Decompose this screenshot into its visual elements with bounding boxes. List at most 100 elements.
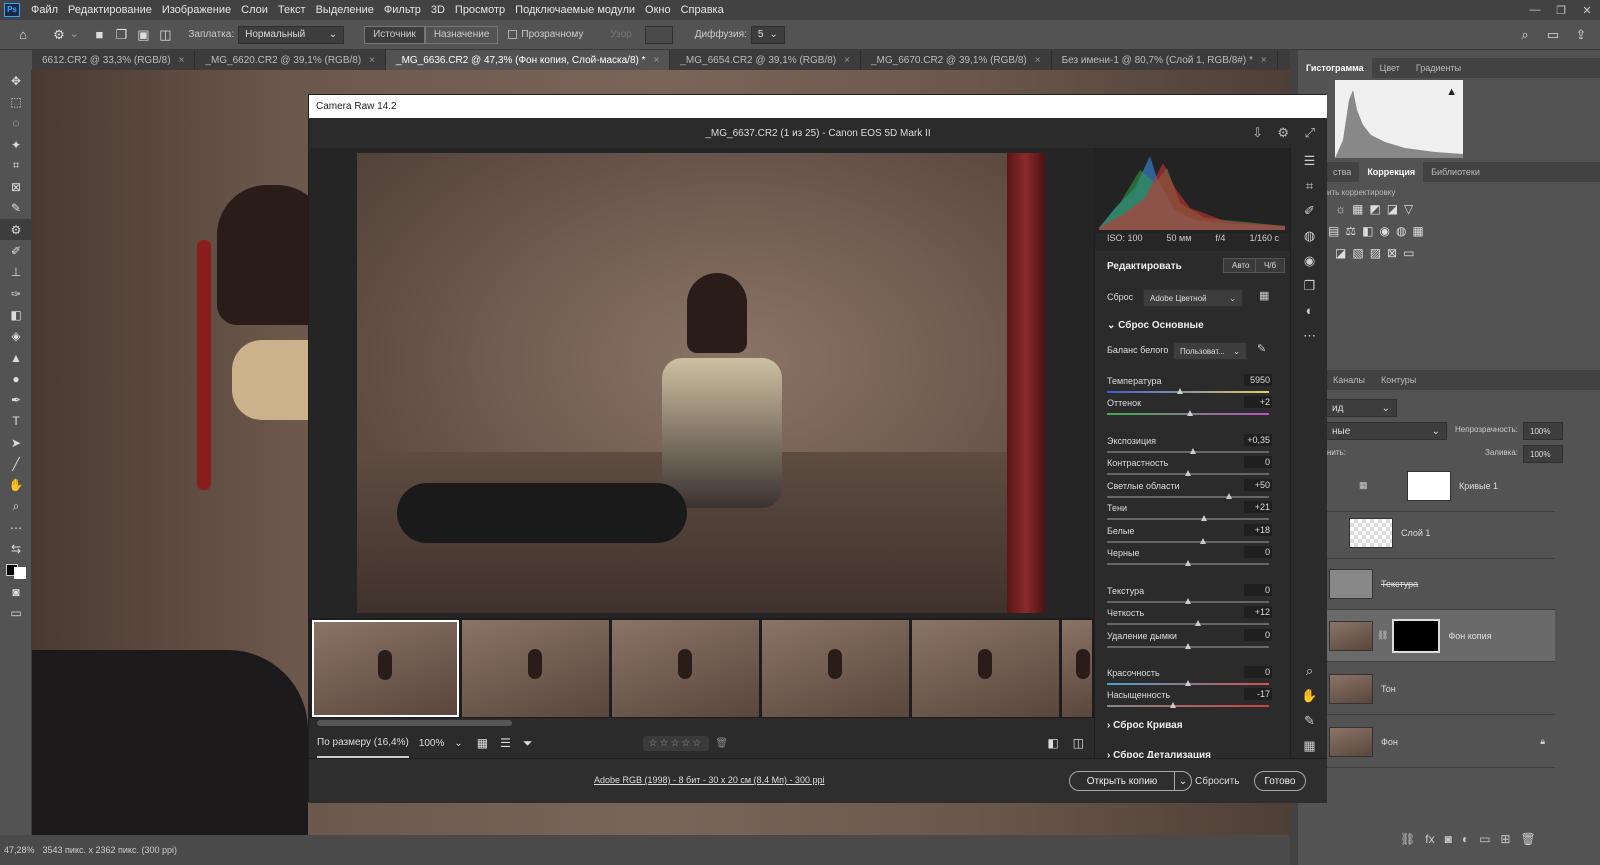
gear-icon[interactable]: ⚙	[1277, 125, 1289, 141]
sampler-icon[interactable]: ✎	[1291, 708, 1328, 733]
doc-tab[interactable]: _MG_6654.CR2 @ 39,1% (RGB/8) ×	[670, 50, 861, 70]
patch-tool-icon[interactable]: ⚙	[48, 24, 70, 46]
gradient-icon[interactable]: ▭	[1403, 246, 1414, 260]
slider-value[interactable]: 0	[1244, 629, 1272, 641]
menu-edit[interactable]: Редактирование	[63, 4, 157, 16]
menu-image[interactable]: Изображение	[157, 4, 236, 16]
open-options-button[interactable]: ⌄	[1174, 771, 1192, 791]
zoom-icon[interactable]: ⌕	[1291, 658, 1328, 683]
new-group-icon[interactable]: ▭	[1479, 832, 1490, 846]
wb-select[interactable]: Пользоват... ⌄	[1173, 342, 1247, 360]
path-select-icon[interactable]: ➤	[0, 432, 32, 453]
chevron-down-icon[interactable]: ⌄	[70, 29, 78, 40]
slider-track[interactable]	[1107, 643, 1269, 649]
layer-row[interactable]: Слой 1	[1325, 507, 1555, 559]
layer-thumb[interactable]	[1329, 673, 1373, 704]
filmstrip-thumb[interactable]	[612, 620, 759, 717]
layer-filter-select[interactable]: ид ⌄	[1325, 399, 1397, 417]
presets-icon[interactable]: ◐	[1291, 298, 1328, 323]
save-image-icon[interactable]: ⇩	[1252, 125, 1263, 141]
menu-select[interactable]: Выделение	[311, 4, 379, 16]
color-swatches[interactable]	[0, 560, 32, 581]
slider-knob[interactable]	[1201, 515, 1208, 521]
blend-mode-select[interactable]: ные ⌄	[1325, 422, 1447, 440]
pattern-button[interactable]: Узор	[601, 25, 641, 44]
zoom-readout[interactable]: 47,28%	[4, 845, 35, 855]
add-mask-icon[interactable]: ◙	[1445, 832, 1452, 846]
new-selection-icon[interactable]: ■	[88, 24, 110, 46]
menu-view[interactable]: Просмотр	[450, 4, 510, 16]
basic-section-header[interactable]: ⌄ Сброс Основные	[1107, 320, 1272, 331]
slider-value[interactable]: +21	[1244, 501, 1272, 513]
close-icon[interactable]: ×	[844, 55, 850, 66]
sort-icon[interactable]: ☰	[500, 736, 511, 750]
layer-mask-thumb[interactable]	[1407, 470, 1451, 501]
stamp-tool-icon[interactable]: ⊥	[0, 262, 32, 283]
filmstrip-view-icon[interactable]: ▦	[477, 736, 488, 750]
warning-icon[interactable]: ▲	[1446, 86, 1457, 98]
layer-row[interactable]: Текстура	[1325, 558, 1555, 610]
close-button[interactable]: ✕	[1574, 4, 1600, 17]
slider-value[interactable]: 0	[1244, 456, 1272, 468]
brush-tool-icon[interactable]: ✐	[0, 240, 32, 261]
slider-value[interactable]: +50	[1244, 479, 1272, 491]
curve-section-header[interactable]: › Сброс Кривая	[1107, 720, 1272, 731]
workflow-options-link[interactable]: Adobe RGB (1998) - 8 бит - 30 x 20 см (8…	[594, 775, 824, 785]
bucket-tool-icon[interactable]: ◈	[0, 326, 32, 347]
menu-help[interactable]: Справка	[676, 4, 729, 16]
slider-track[interactable]	[1107, 702, 1269, 708]
line-tool-icon[interactable]: ╱	[0, 453, 32, 474]
layer-row[interactable]: ▦ Кривые 1	[1325, 460, 1555, 512]
mixer-icon[interactable]: ◍	[1396, 224, 1406, 238]
layer-row[interactable]: Фон 🔒︎	[1325, 716, 1555, 768]
preview-area[interactable]	[309, 148, 1094, 618]
menu-layers[interactable]: Слои	[236, 4, 273, 16]
document-info[interactable]: 3543 пикс. x 2362 пикс. (300 ppi)	[43, 845, 177, 855]
blur-tool-icon[interactable]: ▲	[0, 347, 32, 368]
exposure-icon[interactable]: ◪	[1387, 202, 1398, 216]
slider-track[interactable]	[1107, 620, 1269, 626]
doc-tab[interactable]: _MG_6670.CR2 @ 39,1% (RGB/8) ×	[861, 50, 1052, 70]
slider-track[interactable]	[1107, 560, 1269, 566]
zoom-100-button[interactable]: 100%	[419, 738, 445, 749]
home-icon[interactable]: ⌂	[12, 24, 34, 46]
doc-tab[interactable]: 6612.CR2 @ 33,3% (RGB/8) ×	[32, 50, 196, 70]
posterize-icon[interactable]: ▧	[1352, 246, 1363, 260]
crop-icon[interactable]: ⌗	[1291, 173, 1328, 198]
slider-value[interactable]: +18	[1244, 524, 1272, 536]
slider-track[interactable]	[1107, 538, 1269, 544]
zoom-fit-button[interactable]: По размеру (16,4%)	[317, 729, 409, 758]
pattern-swatch[interactable]	[644, 25, 673, 44]
bw-icon[interactable]: ◧	[1362, 224, 1373, 238]
history-brush-icon[interactable]: ✑	[0, 283, 32, 304]
close-icon[interactable]: ×	[369, 55, 375, 66]
eyedropper-icon[interactable]: ✎	[0, 198, 32, 219]
slider-track[interactable]	[1107, 493, 1269, 499]
patch-mode-select[interactable]: Нормальный ⌄	[238, 25, 345, 44]
menu-3d[interactable]: 3D	[426, 4, 450, 16]
slider-knob[interactable]	[1176, 388, 1183, 394]
dodge-tool-icon[interactable]: ●	[0, 368, 32, 389]
hand-tool-icon[interactable]: ✋	[0, 475, 32, 496]
open-copy-button[interactable]: Открыть копию	[1069, 771, 1175, 791]
layer-mask-thumb[interactable]	[1392, 618, 1441, 653]
delete-layer-icon[interactable]: 🗑︎	[1520, 832, 1535, 846]
close-icon[interactable]: ×	[179, 55, 185, 66]
tab-color[interactable]: Цвет	[1372, 58, 1408, 78]
workspace-icon[interactable]: ▭	[1542, 24, 1564, 46]
menu-plugins[interactable]: Подключаемые модули	[510, 4, 640, 16]
slider-track[interactable]	[1107, 410, 1269, 416]
type-tool-icon[interactable]: T	[0, 411, 32, 432]
opacity-input[interactable]: 100%	[1523, 422, 1563, 440]
hand-icon[interactable]: ✋	[1291, 683, 1328, 708]
slider-knob[interactable]	[1185, 560, 1191, 566]
magic-wand-icon[interactable]: ✦	[0, 134, 32, 155]
lock-icon[interactable]: 🔒︎	[1540, 736, 1545, 747]
slider-track[interactable]	[1107, 448, 1269, 454]
threshold-icon[interactable]: ▨	[1370, 246, 1381, 260]
layer-thumb[interactable]	[1329, 568, 1373, 599]
zoom-tool-icon[interactable]: ⌕	[0, 496, 32, 517]
slider-track[interactable]	[1107, 470, 1269, 476]
minimize-button[interactable]: —	[1522, 4, 1548, 17]
frame-tool-icon[interactable]: ⊠	[0, 176, 32, 197]
